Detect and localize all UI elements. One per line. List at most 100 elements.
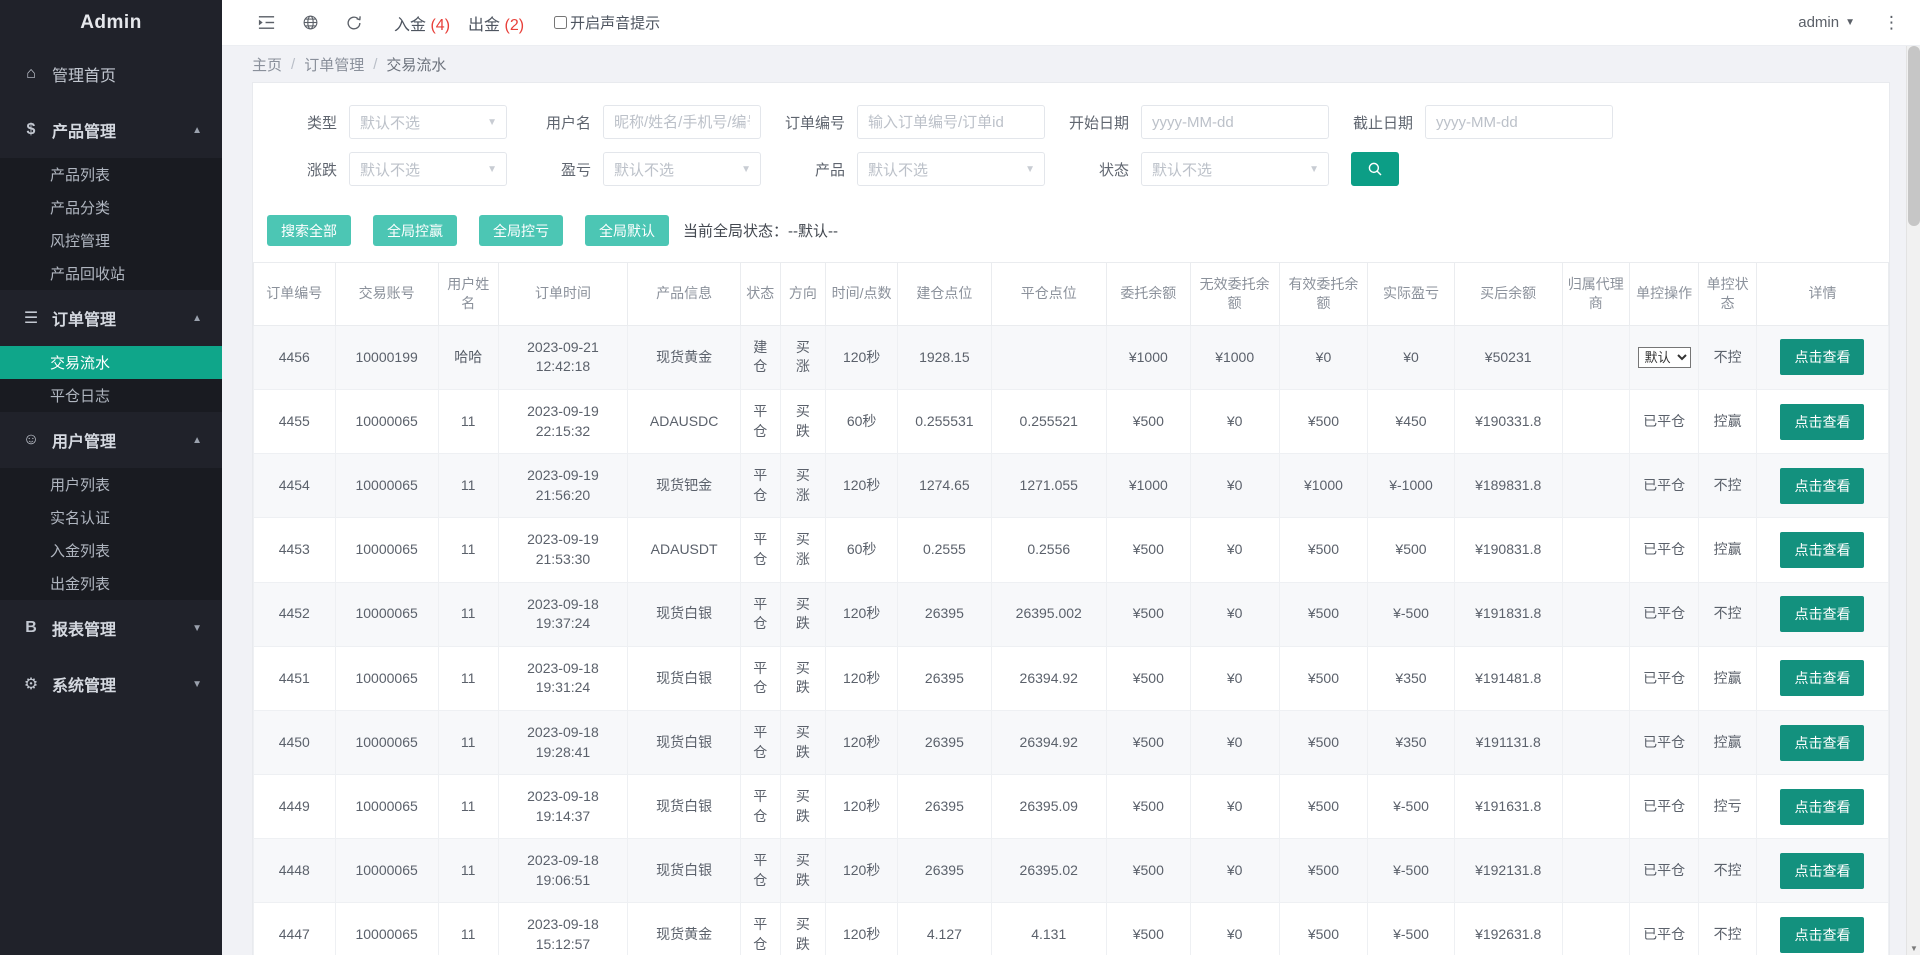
view-detail-button[interactable]: 点击查看 xyxy=(1780,532,1864,568)
cell-order-id: 4451 xyxy=(254,646,336,710)
cell-valid-entrust-balance: ¥500 xyxy=(1279,903,1368,955)
cell-open-point: 1274.65 xyxy=(898,454,992,518)
sound-toggle[interactable]: 开启声音提示 xyxy=(554,12,660,33)
filter-label-2-1: 盈亏 xyxy=(507,159,603,180)
cell-user-name: 11 xyxy=(438,710,498,774)
search-all-button[interactable]: 搜索全部 xyxy=(267,215,351,246)
global-default-button[interactable]: 全局默认 xyxy=(585,215,669,246)
filter-field-1-4: 截止日期 xyxy=(1329,105,1613,139)
cell-entrust-balance: ¥500 xyxy=(1106,389,1190,453)
filter-select-2-0[interactable]: 默认不选▼ xyxy=(349,152,507,186)
sidebar-subitem-1-2[interactable]: 风控管理 xyxy=(0,224,222,257)
sidebar-item-4[interactable]: B报表管理▼ xyxy=(0,600,222,656)
cell-open-point: 0.255531 xyxy=(898,389,992,453)
cell-single-control-op: 已平仓 xyxy=(1629,646,1699,710)
sidebar-subitem-1-3[interactable]: 产品回收站 xyxy=(0,257,222,290)
scrollbar-thumb[interactable] xyxy=(1908,46,1920,226)
view-detail-button[interactable]: 点击查看 xyxy=(1780,596,1864,632)
sidebar-subitem-2-0[interactable]: 交易流水 xyxy=(0,346,222,379)
vertical-dots-icon[interactable]: ⋮ xyxy=(1877,13,1906,33)
cell-status: 建仓 xyxy=(740,325,780,389)
sidebar-subitem-3-3[interactable]: 出金列表 xyxy=(0,567,222,600)
cell-order-id: 4449 xyxy=(254,775,336,839)
sidebar-subitem-1-0[interactable]: 产品列表 xyxy=(0,158,222,191)
sidebar-subitem-label: 平仓日志 xyxy=(50,385,110,406)
view-detail-button[interactable]: 点击查看 xyxy=(1780,468,1864,504)
cell-order-time: 2023-09-1819:31:24 xyxy=(498,646,628,710)
cell-duration: 60秒 xyxy=(826,389,898,453)
view-detail-button[interactable]: 点击查看 xyxy=(1780,339,1864,375)
view-detail-button[interactable]: 点击查看 xyxy=(1780,917,1864,953)
cell-after-buy-balance: ¥190831.8 xyxy=(1454,518,1562,582)
sidebar-item-label: 管理首页 xyxy=(52,62,116,86)
cell-agent xyxy=(1562,454,1629,518)
table-column-header-10: 委托余额 xyxy=(1106,263,1190,326)
view-detail-button[interactable]: 点击查看 xyxy=(1780,660,1864,696)
table-column-header-6: 方向 xyxy=(780,263,826,326)
sidebar-group-1: $产品管理▲产品列表产品分类风控管理产品回收站 xyxy=(0,102,222,290)
filter-select-2-1[interactable]: 默认不选▼ xyxy=(603,152,761,186)
user-menu[interactable]: admin ▼ xyxy=(1798,14,1855,31)
global-win-control-button[interactable]: 全局控赢 xyxy=(373,215,457,246)
sidebar-item-0[interactable]: ⌂管理首页 xyxy=(0,46,222,102)
chevron-down-icon: ▼ xyxy=(1025,164,1035,175)
withdraw-link[interactable]: 出金 (2) xyxy=(468,11,524,35)
single-control-select[interactable]: 默认 xyxy=(1638,347,1691,368)
chevron-down-icon: ▼ xyxy=(487,117,497,128)
cell-status: 平仓 xyxy=(740,518,780,582)
sidebar-subitem-2-1[interactable]: 平仓日志 xyxy=(0,379,222,412)
view-detail-button[interactable]: 点击查看 xyxy=(1780,853,1864,889)
globe-icon[interactable] xyxy=(288,0,332,46)
sidebar-item-3[interactable]: ☺用户管理▲ xyxy=(0,412,222,468)
sound-label: 开启声音提示 xyxy=(570,12,660,33)
sidebar-item-2[interactable]: ☰订单管理▲ xyxy=(0,290,222,346)
sidebar-subitem-3-1[interactable]: 实名认证 xyxy=(0,501,222,534)
cell-invalid-entrust-balance: ¥0 xyxy=(1190,710,1279,774)
filter-select-2-3[interactable]: 默认不选▼ xyxy=(1141,152,1329,186)
sound-checkbox[interactable] xyxy=(554,16,567,29)
cell-invalid-entrust-balance: ¥0 xyxy=(1190,839,1279,903)
filter-select-value: 默认不选 xyxy=(360,112,420,133)
view-detail-button[interactable]: 点击查看 xyxy=(1780,404,1864,440)
sidebar-subitem-1-1[interactable]: 产品分类 xyxy=(0,191,222,224)
deposit-link[interactable]: 入金 (4) xyxy=(394,11,450,35)
vertical-scrollbar[interactable]: ▲ ▼ xyxy=(1906,46,1920,955)
cell-status: 平仓 xyxy=(740,775,780,839)
filter-input-1-1[interactable] xyxy=(603,105,761,139)
filter-input-1-3[interactable] xyxy=(1141,105,1329,139)
view-detail-button[interactable]: 点击查看 xyxy=(1780,725,1864,761)
scroll-down-arrow[interactable]: ▼ xyxy=(1907,941,1920,955)
cell-single-control-state: 控赢 xyxy=(1699,389,1757,453)
sidebar-item-1[interactable]: $产品管理▲ xyxy=(0,102,222,158)
cell-open-point: 0.2555 xyxy=(898,518,992,582)
cell-after-buy-balance: ¥191481.8 xyxy=(1454,646,1562,710)
cell-actual-pnl: ¥350 xyxy=(1368,710,1454,774)
deposit-label: 入金 xyxy=(394,17,426,34)
search-button[interactable] xyxy=(1351,152,1399,186)
cell-detail: 点击查看 xyxy=(1756,646,1888,710)
cell-account: 10000065 xyxy=(335,582,438,646)
filter-select-1-0[interactable]: 默认不选 ▼ xyxy=(349,105,507,139)
sidebar-subitem-3-0[interactable]: 用户列表 xyxy=(0,468,222,501)
cell-valid-entrust-balance: ¥500 xyxy=(1279,710,1368,774)
filter-input-1-2[interactable] xyxy=(857,105,1045,139)
breadcrumb-parent[interactable]: 订单管理 xyxy=(304,54,364,75)
breadcrumb-home[interactable]: 主页 xyxy=(252,54,282,75)
filter-input-1-4[interactable] xyxy=(1425,105,1613,139)
chevron-down-icon: ▼ xyxy=(1309,164,1319,175)
filter-select-2-2[interactable]: 默认不选▼ xyxy=(857,152,1045,186)
sidebar-subitem-label: 风控管理 xyxy=(50,230,110,251)
sidebar-subitem-3-2[interactable]: 入金列表 xyxy=(0,534,222,567)
table-column-header-2: 用户姓名 xyxy=(438,263,498,326)
refresh-icon[interactable] xyxy=(332,0,376,46)
global-loss-control-button[interactable]: 全局控亏 xyxy=(479,215,563,246)
view-detail-button[interactable]: 点击查看 xyxy=(1780,789,1864,825)
sidebar-item-5[interactable]: ⚙系统管理▼ xyxy=(0,656,222,712)
table-column-header-1: 交易账号 xyxy=(335,263,438,326)
cell-actual-pnl: ¥-500 xyxy=(1368,839,1454,903)
menu-collapse-icon[interactable] xyxy=(244,0,288,46)
cell-close-point: 26394.92 xyxy=(991,710,1106,774)
sidebar-sublist-3: 用户列表实名认证入金列表出金列表 xyxy=(0,468,222,600)
cell-valid-entrust-balance: ¥500 xyxy=(1279,582,1368,646)
cell-single-control-state: 控亏 xyxy=(1699,775,1757,839)
